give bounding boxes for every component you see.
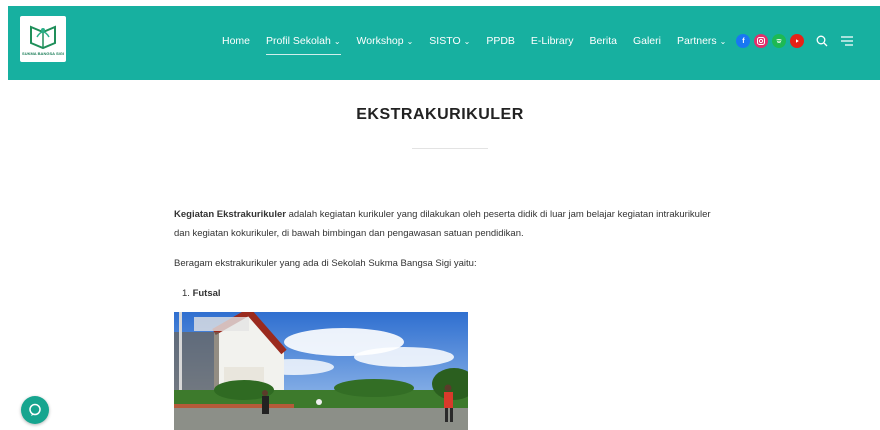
nav-sisto-label: SISTO [429,35,461,47]
nav-ppdb-label: PPDB [486,35,515,47]
list-item-number: 1. [182,288,190,299]
logo-text: SUKMA BANGSA SIGI [22,50,64,56]
nav-sisto[interactable]: SISTO ⌄ [421,35,478,47]
list-item: 1. Futsal [182,284,714,303]
nav-galeri[interactable]: Galeri [625,35,669,47]
nav-profil-sekolah[interactable]: Profil Sekolah ⌄ [258,35,349,55]
nav-home[interactable]: Home [214,35,258,47]
nav-partners-label: Partners [676,35,717,47]
chevron-down-icon: ⌄ [463,36,471,46]
social-links: f [736,34,805,48]
chevron-down-icon: ⌄ [719,36,727,46]
intro-paragraph: Kegiatan Ekstrakurikuler adalah kegiatan… [174,205,714,243]
nav-galeri-label: Galeri [632,35,661,47]
intro-bold-term: Kegiatan Ekstrakurikuler [174,209,286,220]
nav-partners[interactable]: Partners ⌄ [669,35,734,47]
chevron-down-icon: ⌄ [333,36,341,46]
nav-home-label: Home [222,35,251,47]
menu-icon[interactable] [840,35,854,47]
search-icon[interactable] [816,35,828,47]
article-content: Kegiatan Ekstrakurikuler adalah kegiatan… [174,205,714,303]
facebook-icon[interactable]: f [736,34,751,48]
page-title: EKSTRAKURIKULER [356,106,524,123]
title-divider [412,148,488,149]
nav-workshop-label: Workshop [356,35,404,47]
chevron-down-icon: ⌄ [406,36,414,46]
list-item-label: Futsal [192,288,221,299]
futsal-photo-illustration [174,312,468,430]
nav-workshop[interactable]: Workshop ⌄ [349,35,422,47]
chat-icon [29,403,41,416]
spotify-icon[interactable] [772,34,787,48]
school-logo[interactable]: SUKMA BANGSA SIGI [20,16,66,62]
main-navigation: Home Profil Sekolah ⌄ Workshop ⌄ SISTO ⌄ PP… [214,34,854,55]
youtube-icon[interactable] [790,34,805,48]
nav-e-library[interactable]: E-Library [523,35,582,47]
logo-emblem-icon [30,25,56,49]
list-intro: Beragam ekstrakurikuler yang ada di Seko… [174,258,477,269]
futsal-photo [174,312,468,430]
site-header: SUKMA BANGSA SIGI Home Profil Sekolah ⌄ W… [8,6,880,80]
nav-profil-sekolah-label: Profil Sekolah [266,35,331,47]
nav-berita-label: Berita [589,35,617,47]
chat-button[interactable] [21,396,49,424]
nav-e-library-label: E-Library [530,35,574,47]
nav-berita[interactable]: Berita [582,35,625,47]
instagram-icon[interactable] [754,34,769,48]
nav-ppdb[interactable]: PPDB [478,35,523,47]
